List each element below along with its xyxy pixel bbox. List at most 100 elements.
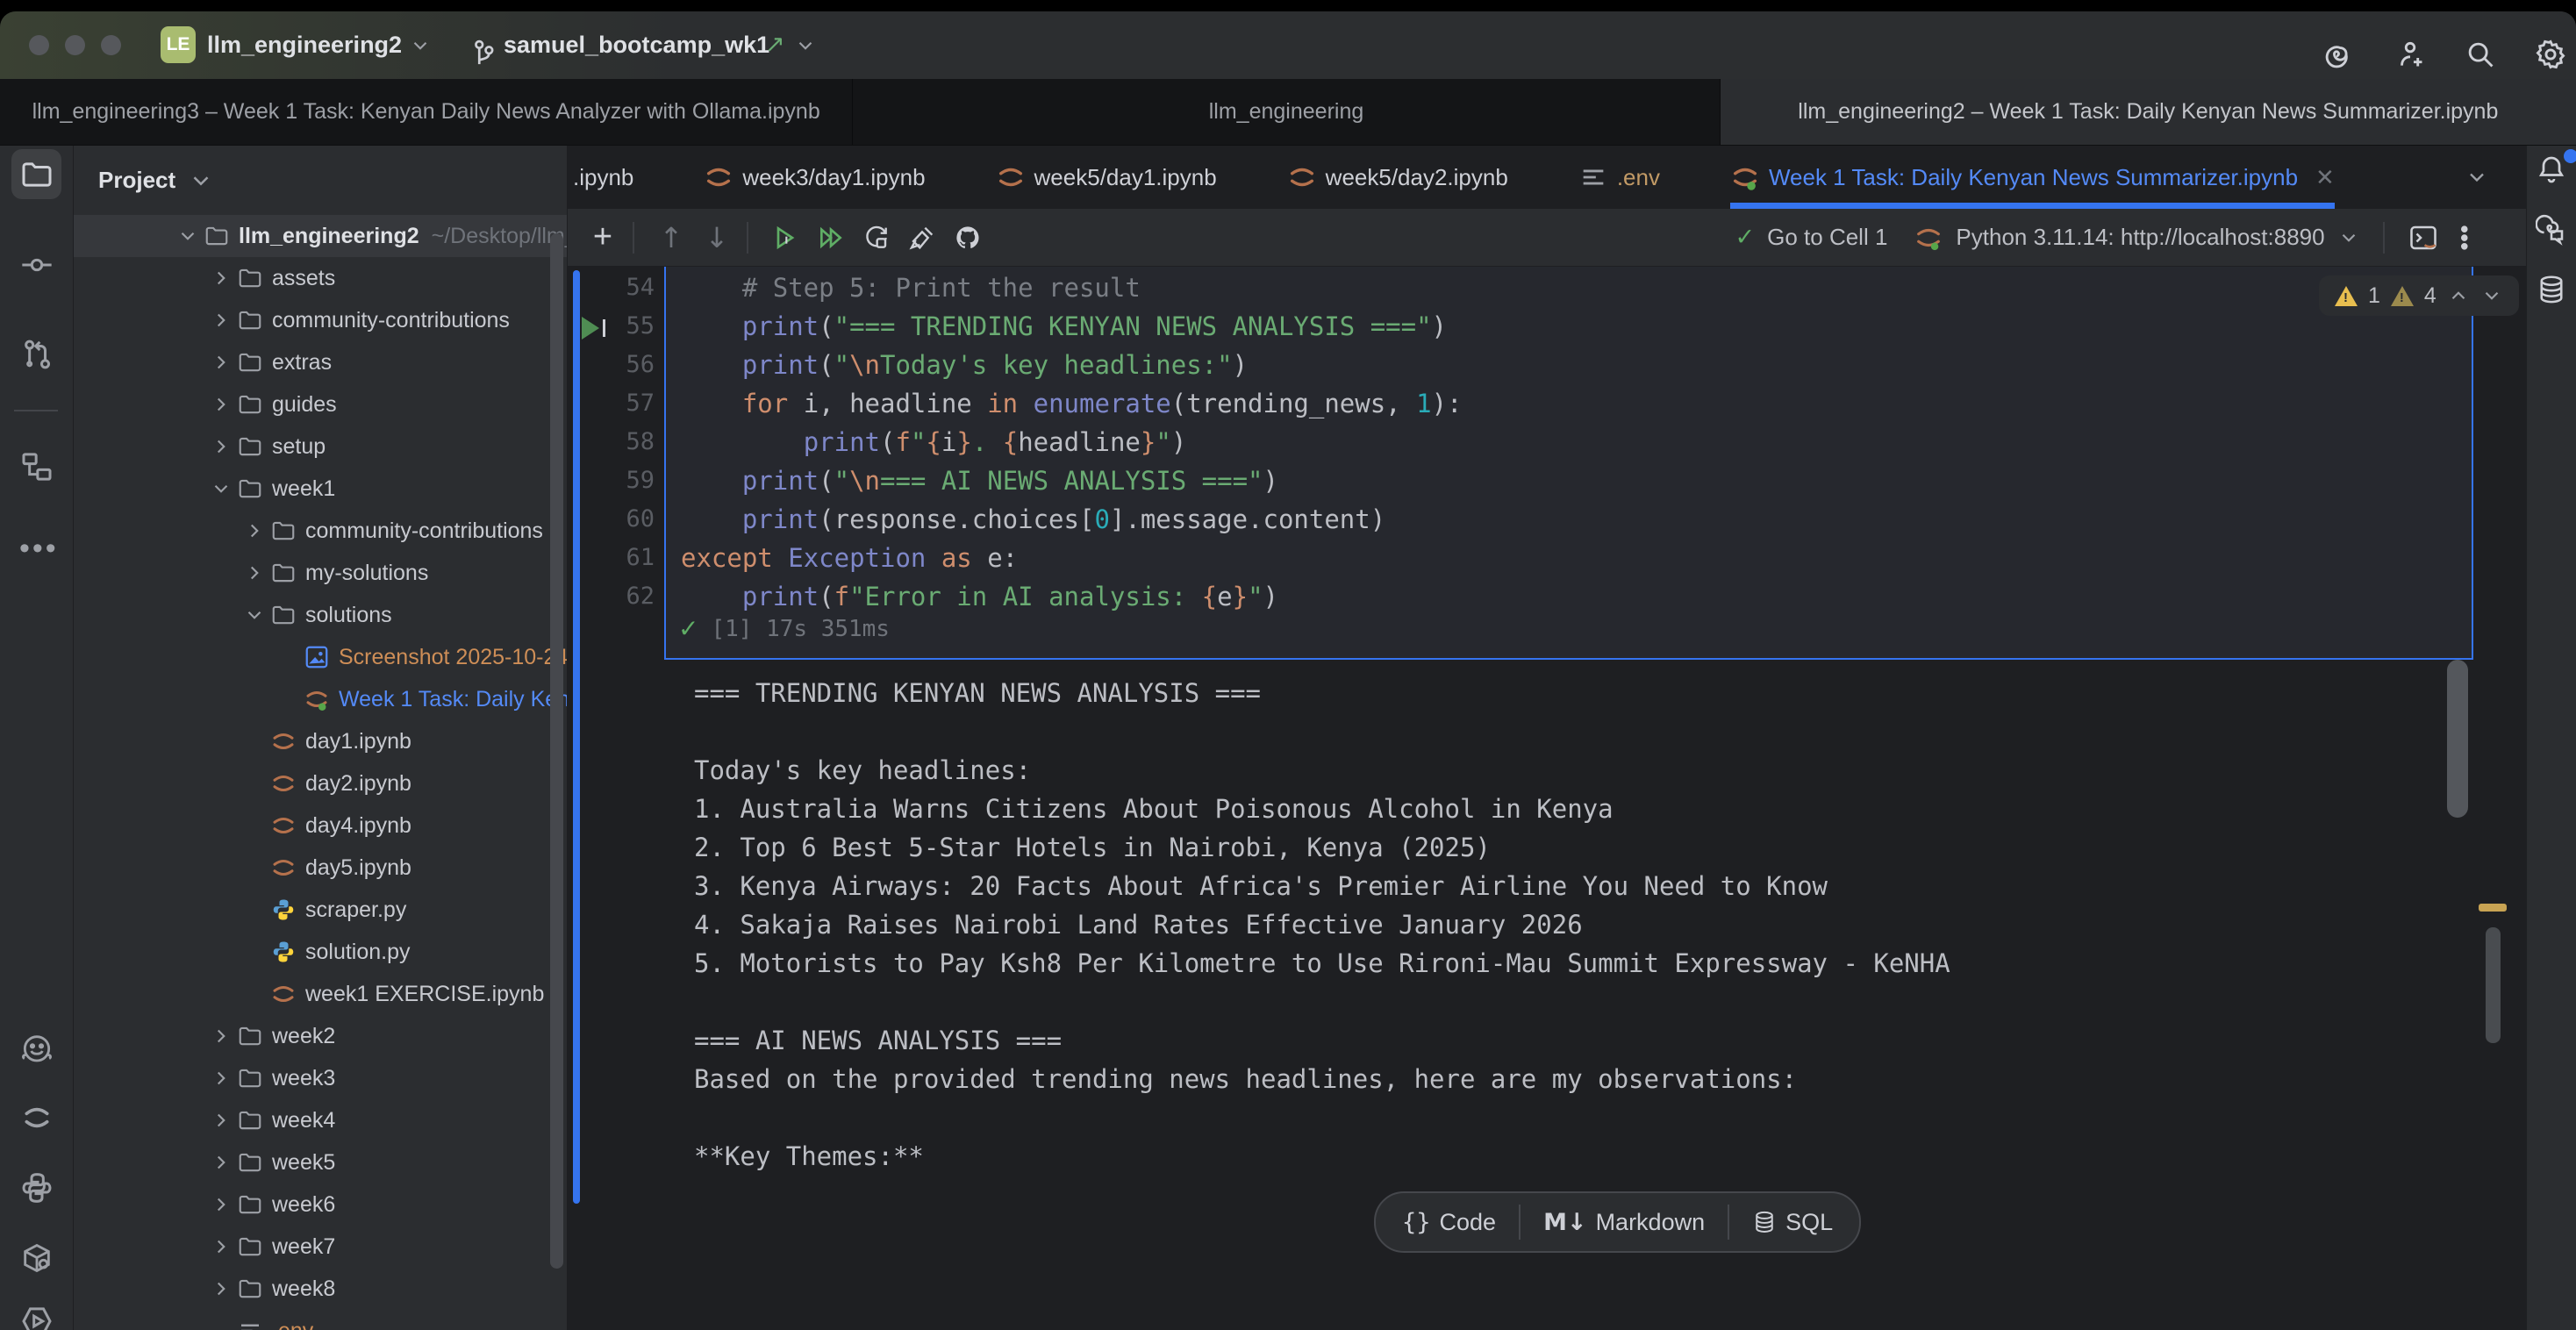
add-sql-cell-button[interactable]: SQL: [1752, 1209, 1833, 1236]
tree-item-day2-ipynb[interactable]: day2.ipynb: [74, 762, 567, 804]
tree-item-day5-ipynb[interactable]: day5.ipynb: [74, 847, 567, 889]
window-tab-active[interactable]: llm_engineering2 – Week 1 Task: Daily Ke…: [1721, 79, 2576, 145]
chevron-closed-icon[interactable]: [205, 391, 237, 418]
editor-tab-week3-day1-ipynb[interactable]: week3/day1.ipynb: [704, 146, 925, 209]
warning-stripe-mark[interactable]: [2479, 904, 2507, 912]
ai-assistant-icon[interactable]: [2320, 38, 2353, 71]
tree-item-day1-ipynb[interactable]: day1.ipynb: [74, 720, 567, 762]
move-cell-down-button[interactable]: ↓: [698, 218, 736, 257]
code-line-54[interactable]: # Step 5: Print the result: [681, 268, 2472, 307]
chevron-open-icon[interactable]: [172, 223, 204, 249]
tree-item-week1-exercise-ipynb[interactable]: week1 EXERCISE.ipynb: [74, 973, 567, 1015]
chevron-closed-icon[interactable]: [205, 1276, 237, 1302]
more-options-icon[interactable]: •••: [2450, 225, 2478, 250]
notifications-bell-icon[interactable]: [2536, 153, 2567, 184]
add-user-icon[interactable]: [2394, 38, 2427, 71]
tree-item-week1[interactable]: week1: [74, 468, 567, 510]
chevron-closed-icon[interactable]: [205, 307, 237, 333]
tree-item-week5[interactable]: week5: [74, 1141, 567, 1183]
code-area[interactable]: # Step 5: Print the result print("=== TR…: [666, 268, 2472, 616]
python-packages-tool-icon[interactable]: [19, 1241, 54, 1276]
code-cell[interactable]: # Step 5: Print the result print("=== TR…: [664, 267, 2473, 660]
chevron-closed-icon[interactable]: [205, 1149, 237, 1176]
warning-count[interactable]: 1: [2368, 283, 2380, 309]
tree-item-week3[interactable]: week3: [74, 1057, 567, 1099]
tree-item-week8[interactable]: week8: [74, 1268, 567, 1310]
chevron-open-icon[interactable]: [205, 476, 237, 502]
run-line-marker-icon[interactable]: [582, 317, 599, 340]
tree-item-week6[interactable]: week6: [74, 1183, 567, 1226]
jupyter-console-icon[interactable]: [2408, 222, 2439, 254]
editor-tab-env[interactable]: .env: [1578, 146, 1660, 209]
clear-outputs-button[interactable]: [903, 218, 941, 257]
add-cell-button[interactable]: +: [583, 218, 622, 257]
editor-tab-week-1-task-daily-kenyan-news-summarizer-ipynb[interactable]: Week 1 Task: Daily Kenyan News Summarize…: [1730, 146, 2335, 209]
python-console-tool-icon[interactable]: [19, 1170, 54, 1205]
tree-item-solution-py[interactable]: solution.py: [74, 931, 567, 973]
code-line-57[interactable]: for i, headline in enumerate(trending_ne…: [681, 384, 2472, 423]
chevron-down-icon[interactable]: [794, 34, 817, 57]
chevron-closed-icon[interactable]: [205, 1023, 237, 1049]
chevron-down-icon[interactable]: [409, 34, 432, 57]
tree-item-week2[interactable]: week2: [74, 1015, 567, 1057]
more-tools-icon[interactable]: •••: [19, 532, 59, 566]
tree-item-week-1-task-daily-kenyar[interactable]: Week 1 Task: Daily Kenyar: [74, 678, 567, 720]
add-code-cell-button[interactable]: {} Code: [1402, 1209, 1496, 1236]
tree-item-community-contributions[interactable]: community-contributions: [74, 299, 567, 341]
commit-tool-icon[interactable]: [19, 247, 54, 282]
editor-tab-week5-day2-ipynb[interactable]: week5/day2.ipynb: [1287, 146, 1508, 209]
chevron-closed-icon[interactable]: [205, 1233, 237, 1260]
run-targets-tool-icon[interactable]: [19, 1304, 54, 1330]
tree-item-solutions[interactable]: solutions: [74, 594, 567, 636]
move-cell-up-button[interactable]: ↑: [652, 218, 691, 257]
settings-gear-icon[interactable]: [2534, 38, 2567, 71]
run-cell-button[interactable]: [766, 218, 805, 257]
hidden-tabs-chevron-icon[interactable]: [2465, 165, 2489, 189]
chevron-down-icon[interactable]: [188, 168, 214, 194]
tree-item-env[interactable]: .env: [74, 1310, 567, 1330]
close-tab-icon[interactable]: ✕: [2315, 164, 2335, 191]
weak-warning-count[interactable]: 4: [2424, 283, 2436, 309]
structure-tool-icon[interactable]: [19, 449, 54, 484]
code-line-56[interactable]: print("\nToday's key headlines:"): [681, 346, 2472, 384]
chevron-closed-icon[interactable]: [239, 560, 270, 586]
window-minimize-button[interactable]: [65, 35, 85, 55]
chevron-closed-icon[interactable]: [205, 1065, 237, 1091]
tree-item-community-contributions[interactable]: community-contributions: [74, 510, 567, 552]
ai-chat-icon[interactable]: [2536, 214, 2567, 246]
huggingface-tool-icon[interactable]: [19, 1033, 54, 1068]
project-tool-button[interactable]: [11, 149, 61, 199]
chevron-closed-icon[interactable]: [205, 265, 237, 291]
tree-item-guides[interactable]: guides: [74, 383, 567, 425]
search-icon[interactable]: [2464, 38, 2497, 71]
window-tab[interactable]: llm_engineering3 – Week 1 Task: Kenyan D…: [0, 79, 853, 145]
chevron-closed-icon[interactable]: [205, 433, 237, 460]
chevron-open-icon[interactable]: [239, 602, 270, 628]
editor-tab-week5-day1-ipynb[interactable]: week5/day1.ipynb: [996, 146, 1217, 209]
chevron-closed-icon[interactable]: [239, 518, 270, 544]
tree-item-week4[interactable]: week4: [74, 1099, 567, 1141]
tree-item-my-solutions[interactable]: my-solutions: [74, 552, 567, 594]
branch-switcher[interactable]: samuel_bootcamp_wk1: [504, 11, 769, 79]
run-all-cells-button[interactable]: [812, 218, 850, 257]
restart-kernel-button[interactable]: [857, 218, 896, 257]
project-tree-scrollbar[interactable]: [550, 233, 563, 1269]
previous-problem-icon[interactable]: [2447, 284, 2470, 307]
code-line-59[interactable]: print("\n=== AI NEWS ANALYSIS ==="): [681, 461, 2472, 500]
chevron-closed-icon[interactable]: [205, 349, 237, 375]
next-problem-icon[interactable]: [2480, 284, 2503, 307]
github-button[interactable]: [948, 218, 987, 257]
add-markdown-cell-button[interactable]: M↓ Markdown: [1543, 1209, 1705, 1236]
code-line-61[interactable]: except Exception as e:: [681, 539, 2472, 577]
tree-item-llm-engineering2[interactable]: llm_engineering2~/Desktop/llm_en: [74, 215, 567, 257]
goto-cell-button[interactable]: Go to Cell 1: [1767, 224, 1887, 251]
code-line-55[interactable]: print("=== TRENDING KENYAN NEWS ANALYSIS…: [681, 307, 2472, 346]
chevron-closed-icon[interactable]: [205, 1191, 237, 1218]
notebook-editor[interactable]: 545556575859606162 # Step 5: Print the r…: [568, 267, 2526, 1330]
project-panel-header[interactable]: Project: [74, 146, 214, 215]
database-tool-icon[interactable]: [2536, 274, 2567, 305]
code-line-60[interactable]: print(response.choices[0].message.conten…: [681, 500, 2472, 539]
tree-item-week7[interactable]: week7: [74, 1226, 567, 1268]
tree-item-day4-ipynb[interactable]: day4.ipynb: [74, 804, 567, 847]
kernel-selector[interactable]: Python 3.11.14: http://localhost:8890: [1956, 224, 2324, 251]
